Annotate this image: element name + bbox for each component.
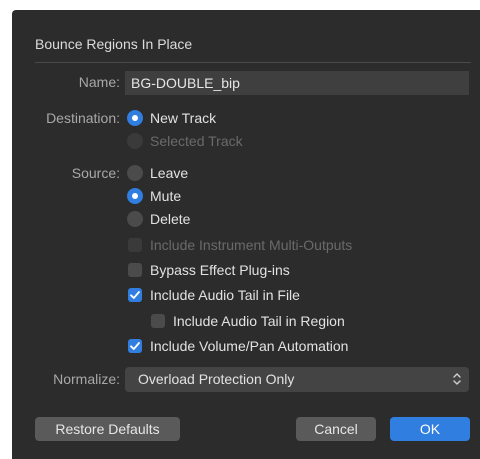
volume-pan-automation-checkbox[interactable] <box>128 339 142 353</box>
source-label: Source: <box>71 165 120 181</box>
up-down-chevron-icon <box>453 373 461 385</box>
normalize-select[interactable]: Overload Protection Only <box>125 367 469 392</box>
audio-tail-file-label[interactable]: Include Audio Tail in File <box>150 286 300 304</box>
multi-outputs-checkbox <box>128 238 142 252</box>
source-delete-label[interactable]: Delete <box>150 210 190 228</box>
source-leave-label[interactable]: Leave <box>150 164 188 182</box>
bypass-effects-checkbox[interactable] <box>128 263 142 277</box>
title-separator <box>35 62 471 63</box>
ok-button[interactable]: OK <box>390 417 470 441</box>
destination-label: Destination: <box>46 110 120 126</box>
normalize-value: Overload Protection Only <box>138 371 295 387</box>
checkmark-icon <box>130 342 140 350</box>
destination-new-track-radio[interactable] <box>127 110 143 126</box>
audio-tail-region-label[interactable]: Include Audio Tail in Region <box>173 312 345 330</box>
restore-defaults-button[interactable]: Restore Defaults <box>35 417 180 441</box>
destination-selected-track-label: Selected Track <box>150 133 243 149</box>
destination-new-track-label[interactable]: New Track <box>150 109 216 127</box>
checkmark-icon <box>130 291 140 299</box>
dialog-title: Bounce Regions In Place <box>35 36 193 52</box>
source-delete-radio[interactable] <box>127 211 143 227</box>
name-field[interactable]: BG-DOUBLE_bip <box>125 71 469 95</box>
audio-tail-region-checkbox[interactable] <box>151 314 165 328</box>
source-mute-label[interactable]: Mute <box>150 187 181 205</box>
destination-selected-track-radio <box>127 133 143 149</box>
name-label: Name: <box>78 74 120 90</box>
cancel-button[interactable]: Cancel <box>296 417 376 441</box>
source-leave-radio[interactable] <box>127 165 143 181</box>
audio-tail-file-checkbox[interactable] <box>128 288 142 302</box>
normalize-label: Normalize: <box>53 371 120 387</box>
bypass-effects-label[interactable]: Bypass Effect Plug-ins <box>150 261 290 279</box>
volume-pan-automation-label[interactable]: Include Volume/Pan Automation <box>150 337 348 355</box>
bounce-dialog: Bounce Regions In Place Name: BG-DOUBLE_… <box>12 10 480 459</box>
source-mute-radio[interactable] <box>127 188 143 204</box>
multi-outputs-label: Include Instrument Multi-Outputs <box>150 237 353 253</box>
